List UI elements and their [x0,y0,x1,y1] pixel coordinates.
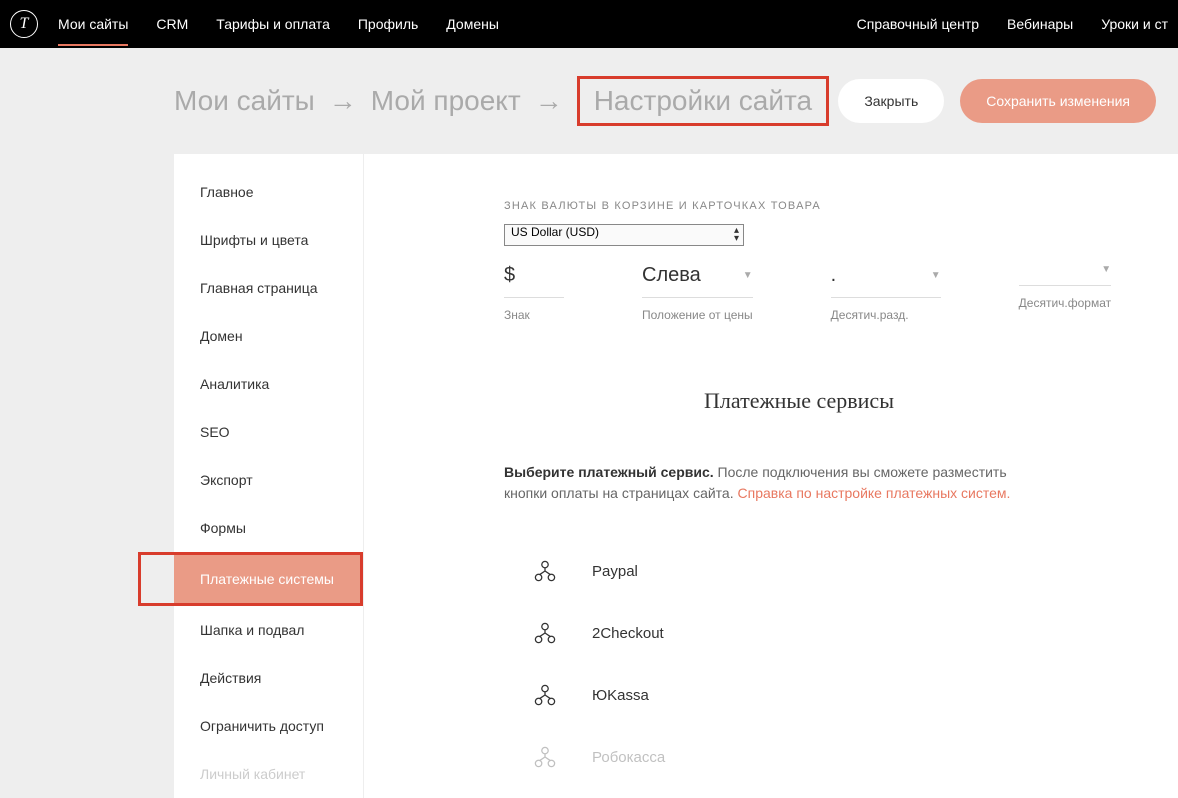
connector-icon [534,746,556,768]
sidebar-item-restrict[interactable]: Ограничить доступ [174,702,363,750]
bc-current-highlight: Настройки сайта [577,76,829,126]
arrow-icon: → [535,85,563,117]
sidebar-item-seo[interactable]: SEO [174,408,363,456]
sidebar-item-payments[interactable]: Платежные системы [174,555,360,603]
chevron-down-icon: ▼ [931,270,941,281]
sidebar-item-forms[interactable]: Формы [174,504,363,552]
breadcrumb: Мои сайты → Мой проект → Настройки сайта [174,76,838,126]
connector-icon [534,560,556,582]
desc-link[interactable]: Справка по настройке платежных систем. [738,485,1011,501]
sidebar-item-header-footer[interactable]: Шапка и подвал [174,606,363,654]
payment-item-robokassa[interactable]: Робокасса [504,726,1134,788]
payment-label: 2Checkout [592,625,664,642]
fmt-select[interactable]: ▼ [1019,260,1111,286]
currency-select-value: US Dollar (USD) [511,225,599,239]
sidebar-item-actions[interactable]: Действия [174,654,363,702]
payment-item-2checkout[interactable]: 2Checkout [504,602,1134,664]
chevron-down-icon: ▼ [1101,264,1111,275]
nav-crm[interactable]: CRM [156,2,188,46]
arrow-icon: → [329,85,357,117]
currency-section-label: ЗНАК ВАЛЮТЫ В КОРЗИНЕ И КАРТОЧКАХ ТОВАРА [504,200,1134,212]
field-fmt: ▼ Десятич.формат [1019,260,1111,322]
sidebar-item-homepage[interactable]: Главная страница [174,264,363,312]
sidebar-item-account[interactable]: Личный кабинет [174,750,363,798]
nav-my-sites[interactable]: Мои сайты [58,2,128,46]
field-position: Слева▼ Положение от цены [642,260,753,322]
payments-description: Выберите платежный сервис. После подключ… [504,462,1024,504]
payment-label: Paypal [592,563,638,580]
content: ЗНАК ВАЛЮТЫ В КОРЗИНЕ И КАРТОЧКАХ ТОВАРА… [364,154,1178,798]
field-sign: $ Знак [504,260,564,322]
sign-input[interactable]: $ [504,260,564,298]
nav-help[interactable]: Справочный центр [857,2,979,46]
sidebar-item-fonts[interactable]: Шрифты и цвета [174,216,363,264]
payment-item-paypal[interactable]: Paypal [504,540,1134,602]
nav-domains[interactable]: Домены [446,2,499,46]
payments-title: Платежные сервисы [464,388,1134,414]
desc-strong: Выберите платежный сервис. [504,464,714,480]
payment-item-yookassa[interactable]: ЮKassa [504,664,1134,726]
sep-label: Десятич.разд. [831,308,941,322]
topbar: T Мои сайты CRM Тарифы и оплата Профиль … [0,0,1178,48]
position-label: Положение от цены [642,308,753,322]
payment-label: ЮKassa [592,687,649,704]
logo-icon[interactable]: T [10,10,38,38]
save-button[interactable]: Сохранить изменения [960,79,1156,123]
payment-label: Робокасса [592,749,665,766]
nav-lessons[interactable]: Уроки и ст [1101,2,1168,46]
sidebar-item-main[interactable]: Главное [174,168,363,216]
nav-left: Мои сайты CRM Тарифы и оплата Профиль До… [58,2,857,46]
sidebar-item-domain[interactable]: Домен [174,312,363,360]
bc-project[interactable]: Мой проект [371,85,521,117]
bc-mysites[interactable]: Мои сайты [174,85,315,117]
currency-fields: $ Знак Слева▼ Положение от цены .▼ Десят… [504,260,1134,322]
sidebar-item-export[interactable]: Экспорт [174,456,363,504]
bc-settings: Настройки сайта [594,85,812,116]
connector-icon [534,684,556,706]
field-sep: .▼ Десятич.разд. [831,260,941,322]
sidebar-item-analytics[interactable]: Аналитика [174,360,363,408]
chevron-down-icon: ▼ [743,270,753,281]
currency-select[interactable]: US Dollar (USD) ▴▾ [504,224,744,246]
nav-tariffs[interactable]: Тарифы и оплата [216,2,330,46]
main: Главное Шрифты и цвета Главная страница … [174,154,1178,798]
nav-profile[interactable]: Профиль [358,2,418,46]
sidebar: Главное Шрифты и цвета Главная страница … [174,154,364,798]
position-select[interactable]: Слева▼ [642,260,753,298]
sep-select[interactable]: .▼ [831,260,941,298]
fmt-label: Десятич.формат [1019,296,1111,310]
nav-webinars[interactable]: Вебинары [1007,2,1073,46]
close-button[interactable]: Закрыть [838,79,944,123]
select-arrows-icon: ▴▾ [734,227,739,243]
payment-list: Paypal 2Checkout ЮKassa Робокасса [504,540,1134,788]
sidebar-highlight: Платежные системы [138,552,363,606]
breadcrumb-row: Мои сайты → Мой проект → Настройки сайта… [0,48,1178,154]
nav-right: Справочный центр Вебинары Уроки и ст [857,2,1168,46]
sign-label: Знак [504,308,564,322]
actions: Закрыть Сохранить изменения [838,79,1156,123]
connector-icon [534,622,556,644]
